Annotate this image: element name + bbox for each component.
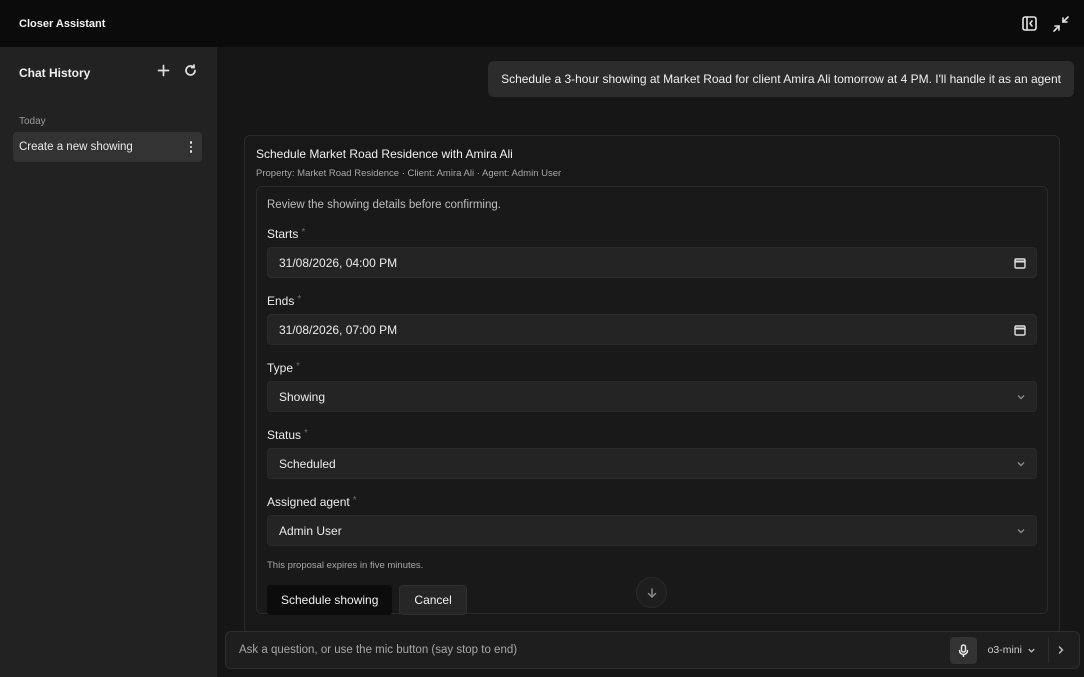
sidebar-title: Chat History (19, 66, 91, 80)
chevron-down-icon (1028, 648, 1035, 653)
refresh-icon[interactable] (184, 64, 197, 82)
type-select[interactable]: Showing (267, 381, 1037, 412)
model-select[interactable]: o3-mini (988, 644, 1036, 656)
mic-button[interactable] (949, 636, 977, 664)
kebab-menu-icon[interactable] (189, 141, 192, 153)
cancel-button[interactable]: Cancel (399, 585, 467, 615)
calendar-icon[interactable] (1014, 324, 1026, 336)
top-bar: Closer Assistant (0, 0, 1084, 47)
chevron-down-icon (1017, 461, 1025, 466)
assigned-agent-value: Admin User (279, 523, 342, 538)
status-value: Scheduled (279, 456, 336, 471)
ends-datetime-input[interactable]: 31/08/2026, 07:00 PM (267, 314, 1037, 345)
assigned-agent-label: Assigned agent * (267, 495, 357, 509)
status-select[interactable]: Scheduled (267, 448, 1037, 479)
minimize-icon[interactable] (1051, 14, 1070, 33)
send-button[interactable] (1049, 637, 1073, 664)
scroll-to-bottom-button[interactable] (636, 577, 667, 608)
history-section-label: Today (19, 116, 46, 127)
starts-label: Starts * (267, 227, 306, 241)
ends-value: 31/08/2026, 07:00 PM (279, 322, 398, 337)
type-label: Type * (267, 361, 300, 375)
required-mark: * (296, 361, 300, 372)
chevron-down-icon (1017, 528, 1025, 533)
sidebar-toggle-icon[interactable] (1020, 14, 1039, 33)
proposal-title: Schedule Market Road Residence with Amir… (256, 147, 513, 161)
status-label: Status * (267, 428, 308, 442)
starts-value: 31/08/2026, 04:00 PM (279, 255, 398, 270)
arrow-down-icon (647, 587, 656, 598)
history-item-label: Create a new showing (19, 141, 133, 153)
proposal-card: Schedule Market Road Residence with Amir… (244, 135, 1060, 635)
type-value: Showing (279, 389, 326, 404)
sidebar-actions (157, 64, 197, 82)
history-item-create-new-showing[interactable]: Create a new showing (13, 132, 202, 162)
required-mark: * (297, 294, 302, 305)
window-controls (1020, 14, 1070, 33)
expiry-note: This proposal expires in five minutes. (267, 560, 424, 571)
chat-input[interactable] (239, 644, 950, 656)
required-mark: * (304, 428, 308, 439)
calendar-icon[interactable] (1014, 257, 1026, 269)
chat-area: Schedule a 3-hour showing at Market Road… (217, 47, 1084, 677)
form-intro: Review the showing details before confir… (267, 199, 501, 211)
mic-icon (958, 643, 968, 657)
composer: o3-mini (225, 631, 1080, 669)
proposal-subtitle: Property: Market Road Residence · Client… (256, 168, 562, 179)
plus-icon[interactable] (157, 64, 170, 82)
starts-datetime-input[interactable]: 31/08/2026, 04:00 PM (267, 247, 1037, 278)
sidebar: Chat History Today Create a new showing (0, 47, 217, 677)
app-title: Closer Assistant (19, 17, 106, 30)
chevron-down-icon (1017, 394, 1025, 399)
assigned-agent-select[interactable]: Admin User (267, 515, 1037, 546)
model-value: o3-mini (987, 644, 1022, 656)
chevron-right-icon (1058, 646, 1064, 654)
ends-label: Ends * (267, 294, 302, 308)
schedule-showing-button[interactable]: Schedule showing (267, 585, 393, 615)
sidebar-header: Chat History (0, 47, 217, 99)
proposal-form: Review the showing details before confir… (256, 186, 1048, 615)
required-mark: * (352, 495, 357, 506)
user-message: Schedule a 3-hour showing at Market Road… (488, 61, 1074, 97)
required-mark: * (301, 227, 306, 238)
